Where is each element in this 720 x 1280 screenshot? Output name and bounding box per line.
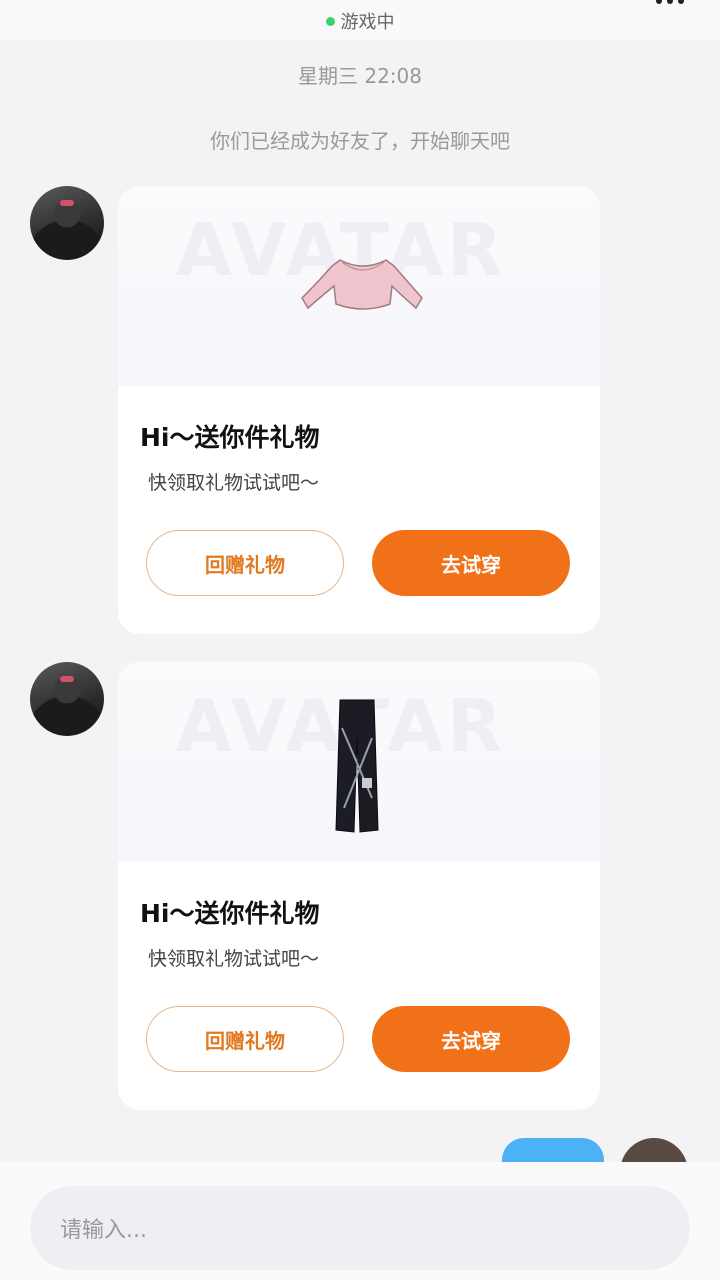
- gift-image[interactable]: AVATAR: [118, 186, 600, 386]
- message-input[interactable]: 请输入...: [30, 1186, 690, 1270]
- gift-card: AVATAR Hi～送你件礼物 快领取礼物试试吧～ 回赠礼物 去试穿: [118, 662, 600, 1110]
- status-dot-icon: [325, 17, 335, 26]
- return-gift-button[interactable]: 回赠礼物: [146, 530, 344, 596]
- system-note: 你们已经成为好友了，开始聊天吧: [210, 129, 510, 153]
- try-on-button[interactable]: 去试穿: [372, 1006, 570, 1072]
- status-text: 游戏中: [340, 12, 395, 33]
- black-pants-icon: [335, 699, 379, 833]
- gift-title: Hi～送你件礼物: [140, 899, 320, 928]
- gift-image[interactable]: AVATAR: [118, 662, 600, 862]
- more-options-icon[interactable]: [656, 0, 684, 4]
- friend-avatar[interactable]: [30, 662, 104, 736]
- top-bar: 游戏中: [0, 0, 720, 40]
- try-on-button[interactable]: 去试穿: [372, 530, 570, 596]
- gift-card: AVATAR Hi～送你件礼物 快领取礼物试试吧～ 回赠礼物 去试穿: [118, 186, 600, 634]
- friend-avatar[interactable]: [30, 186, 104, 260]
- online-status: 游戏中: [0, 8, 720, 34]
- gift-title: Hi～送你件礼物: [140, 423, 320, 452]
- message-timestamp: 星期三 22:08: [298, 64, 422, 88]
- pink-sweater-icon: [301, 259, 423, 310]
- gift-subtitle: 快领取礼物试试吧～: [148, 948, 320, 970]
- input-bar: 请输入...: [0, 1162, 720, 1280]
- gift-subtitle: 快领取礼物试试吧～: [148, 472, 320, 494]
- return-gift-button[interactable]: 回赠礼物: [146, 1006, 344, 1072]
